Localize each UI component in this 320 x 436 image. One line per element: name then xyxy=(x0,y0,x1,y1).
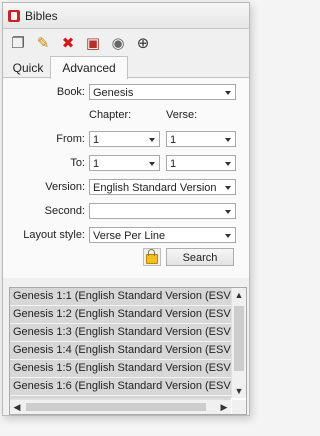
results-rows: Genesis 1:1 (English Standard Version (E… xyxy=(10,288,231,406)
scrollbar-corner xyxy=(232,400,246,414)
version-select-value: English Standard Version xyxy=(93,182,217,194)
list-item[interactable]: Genesis 1:6 (English Standard Version (E… xyxy=(10,378,231,396)
layout-style-select[interactable]: Verse Per Line xyxy=(89,227,236,243)
chevron-down-icon xyxy=(149,162,155,166)
camera-icon[interactable]: ◉ xyxy=(109,34,127,52)
verse-header: Verse: xyxy=(166,109,198,121)
chevron-down-icon xyxy=(225,91,231,95)
display-icon[interactable]: ▣ xyxy=(84,34,102,52)
chevron-down-icon xyxy=(225,234,231,238)
second-version-select[interactable] xyxy=(89,203,236,219)
scroll-left-icon[interactable]: ◀ xyxy=(10,400,24,414)
vertical-scroll-thumb[interactable] xyxy=(234,306,244,371)
book-label: Book: xyxy=(56,86,85,98)
list-item[interactable]: Genesis 1:4 (English Standard Version (E… xyxy=(10,342,231,360)
chevron-down-icon xyxy=(225,138,231,142)
add-icon[interactable]: ⊕ xyxy=(134,34,152,52)
horizontal-scroll-thumb[interactable] xyxy=(26,403,206,411)
to-verse-value: 1 xyxy=(170,158,177,170)
book-select[interactable]: Genesis xyxy=(89,84,236,100)
edit-icon[interactable]: ✎ xyxy=(34,34,52,52)
chapter-header: Chapter: xyxy=(89,109,132,121)
bibles-panel: Bibles ❐ ✎ ✖ ▣ ◉ ⊕ Quick Advanced Book: … xyxy=(2,2,250,416)
to-chapter-value: 1 xyxy=(93,158,100,170)
to-label: To: xyxy=(70,157,85,169)
from-chapter-value: 1 xyxy=(93,134,100,146)
lock-icon xyxy=(146,249,158,264)
bible-app-icon xyxy=(8,9,20,22)
list-item[interactable]: Genesis 1:1 (English Standard Version (E… xyxy=(10,288,231,306)
chevron-down-icon xyxy=(225,162,231,166)
layout-style-value: Verse Per Line xyxy=(93,230,166,242)
scroll-up-icon[interactable]: ▲ xyxy=(232,288,246,302)
search-button[interactable]: Search xyxy=(166,248,234,266)
scroll-right-icon[interactable]: ▶ xyxy=(217,400,231,414)
chevron-down-icon xyxy=(225,186,231,190)
new-window-icon[interactable]: ❐ xyxy=(9,34,27,52)
second-label: Second: xyxy=(44,205,85,217)
scroll-down-icon[interactable]: ▼ xyxy=(232,384,246,398)
list-item[interactable]: Genesis 1:3 (English Standard Version (E… xyxy=(10,324,231,342)
version-label: Version: xyxy=(45,181,85,193)
to-verse-select[interactable]: 1 xyxy=(166,155,236,171)
to-chapter-select[interactable]: 1 xyxy=(89,155,160,171)
version-select[interactable]: English Standard Version xyxy=(89,179,236,195)
lock-button[interactable] xyxy=(143,248,161,266)
horizontal-scrollbar[interactable]: ◀ ▶ xyxy=(10,399,231,414)
from-verse-select[interactable]: 1 xyxy=(166,131,236,147)
from-chapter-select[interactable]: 1 xyxy=(89,131,160,147)
tab-bar: Quick Advanced xyxy=(3,56,249,79)
window-title: Bibles xyxy=(25,8,58,23)
book-select-value: Genesis xyxy=(93,87,134,99)
results-list[interactable]: Genesis 1:1 (English Standard Version (E… xyxy=(9,287,247,415)
layout-style-label: Layout style: xyxy=(23,229,85,241)
chevron-down-icon xyxy=(225,210,231,214)
vertical-scrollbar[interactable]: ▲ ▼ xyxy=(231,288,246,398)
toolbar: ❐ ✎ ✖ ▣ ◉ ⊕ xyxy=(3,29,249,56)
from-verse-value: 1 xyxy=(170,134,177,146)
advanced-tab-panel: Book: Genesis Chapter: Verse: From: 1 1 … xyxy=(3,77,249,278)
list-item[interactable]: Genesis 1:5 (English Standard Version (E… xyxy=(10,360,231,378)
tab-quick[interactable]: Quick xyxy=(9,59,47,77)
list-item[interactable]: Genesis 1:2 (English Standard Version (E… xyxy=(10,306,231,324)
chevron-down-icon xyxy=(149,138,155,142)
delete-icon[interactable]: ✖ xyxy=(59,34,77,52)
tab-advanced[interactable]: Advanced xyxy=(50,56,128,79)
from-label: From: xyxy=(56,133,85,145)
title-bar: Bibles xyxy=(3,3,249,29)
